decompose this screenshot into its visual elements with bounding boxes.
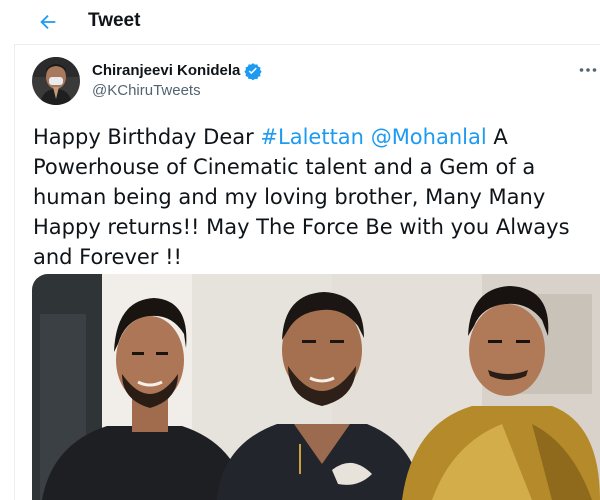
author-name-text: Chiranjeevi Konidela bbox=[92, 62, 241, 79]
author-handle[interactable]: @KChiruTweets bbox=[92, 82, 201, 100]
verified-badge-icon bbox=[244, 63, 262, 80]
tweet-media-photo[interactable] bbox=[32, 274, 600, 500]
arrow-left-icon bbox=[40, 14, 56, 30]
more-dots-icon bbox=[579, 68, 597, 72]
hashtag-link[interactable]: #Lalettan bbox=[260, 125, 364, 149]
avatar-image bbox=[32, 57, 80, 105]
top-header: Tweet bbox=[0, 0, 600, 44]
tweet-page: Tweet Chiranjeevi Konidela @KChiruTweets bbox=[0, 0, 600, 500]
mention-link[interactable]: @Mohanlal bbox=[371, 125, 487, 149]
tweet-text-part bbox=[364, 125, 371, 149]
author-name[interactable]: Chiranjeevi Konidela bbox=[92, 62, 262, 80]
header-divider bbox=[14, 44, 600, 45]
tweet-text-part: Happy Birthday Dear bbox=[33, 125, 261, 149]
back-button[interactable] bbox=[34, 8, 62, 36]
avatar[interactable] bbox=[32, 57, 80, 105]
more-options-button[interactable] bbox=[576, 60, 600, 80]
photo-illustration bbox=[32, 274, 600, 500]
timeline-border bbox=[14, 44, 15, 500]
page-title: Tweet bbox=[88, 10, 141, 31]
tweet-text: Happy Birthday Dear #Lalettan @Mohanlal … bbox=[33, 122, 600, 272]
